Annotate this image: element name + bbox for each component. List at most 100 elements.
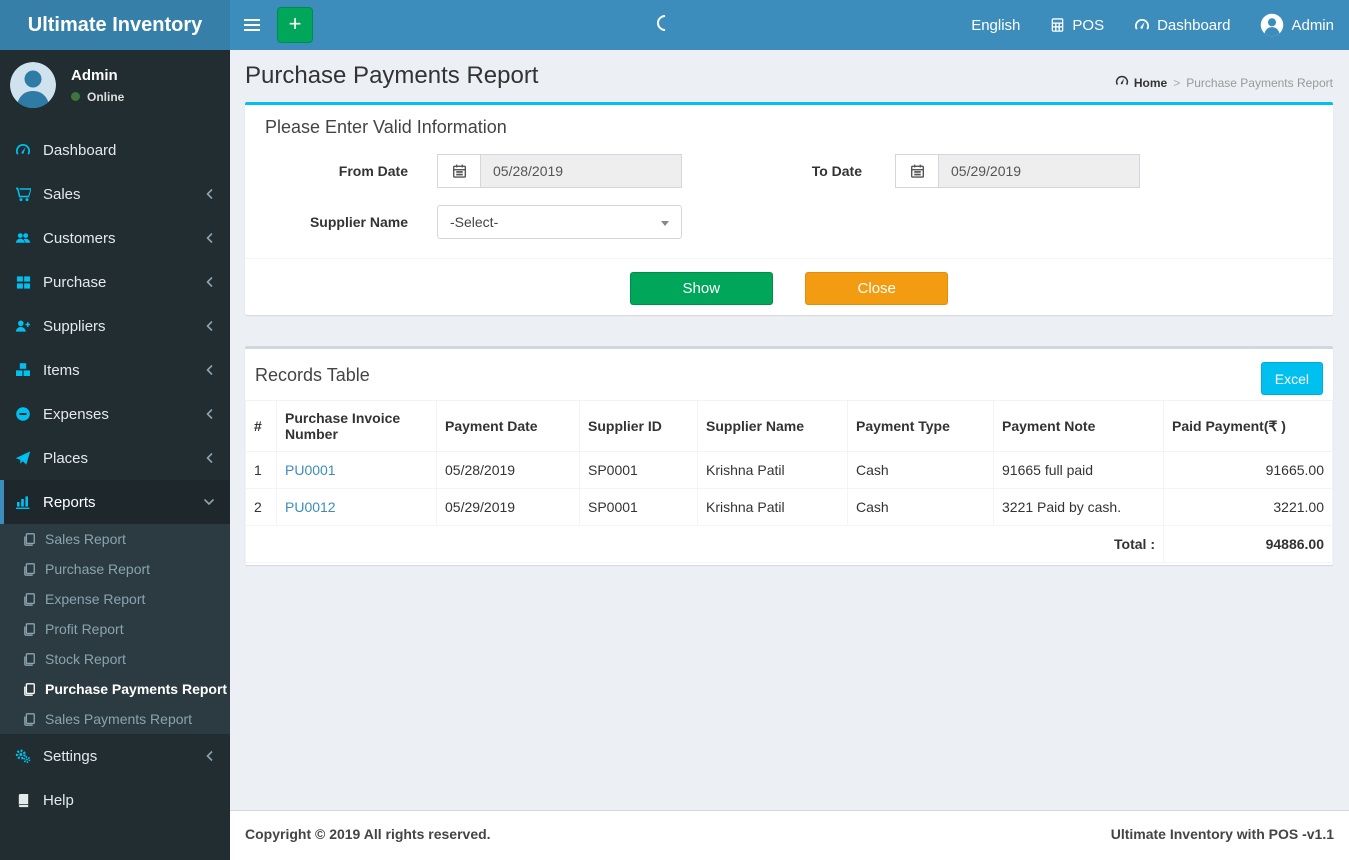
caret-down-icon (661, 221, 669, 226)
sidebar-item-label: Suppliers (43, 317, 106, 335)
filter-panel-footer: Show Close (245, 258, 1333, 315)
to-date-input[interactable] (939, 154, 1140, 188)
content-header: Purchase Payments Report Home > Purchase… (245, 60, 1333, 102)
online-status-icon (71, 92, 80, 101)
sidebar-toggle-button[interactable] (230, 0, 274, 50)
submenu-item-purchase-report[interactable]: Purchase Report (0, 554, 230, 584)
user-label: Admin (1291, 16, 1334, 34)
invoice-link[interactable]: PU0001 (285, 462, 336, 478)
quick-add-button[interactable]: + (277, 7, 313, 43)
records-table: # Purchase Invoice Number Payment Date S… (245, 400, 1333, 563)
sidebar-item-suppliers[interactable]: Suppliers (0, 304, 230, 348)
sidebar-item-sales[interactable]: Sales (0, 172, 230, 216)
breadcrumb-home-label: Home (1133, 75, 1168, 90)
table-header-row: # Purchase Invoice Number Payment Date S… (245, 400, 1333, 452)
chevron-left-icon (205, 408, 215, 420)
user-menu[interactable]: Admin (1245, 0, 1349, 50)
dashboard-link[interactable]: Dashboard (1119, 0, 1245, 50)
language-menu[interactable]: English (956, 0, 1035, 50)
show-button[interactable]: Show (629, 272, 773, 305)
date-row: From Date To Date (245, 154, 1333, 188)
bar-chart-icon (15, 494, 31, 510)
sidebar-item-places[interactable]: Places (0, 436, 230, 480)
chevron-left-icon (205, 276, 215, 288)
sidebar-menu: Dashboard Sales Customers Purchase Suppl… (0, 128, 230, 524)
submenu-item-purchase-payments-report[interactable]: Purchase Payments Report (0, 674, 230, 704)
sidebar-item-dashboard[interactable]: Dashboard (0, 128, 230, 172)
cubes-icon (15, 362, 31, 378)
submenu-item-profit-report[interactable]: Profit Report (0, 614, 230, 644)
breadcrumb-separator: > (1173, 75, 1181, 90)
copy-icon (22, 562, 37, 577)
submenu-item-expense-report[interactable]: Expense Report (0, 584, 230, 614)
sidebar-item-label: Purchase (43, 273, 107, 291)
supplier-select[interactable]: -Select- (437, 205, 682, 239)
records-title: Records Table (255, 365, 370, 385)
from-date-input[interactable] (481, 154, 682, 188)
sidebar-item-reports[interactable]: Reports (0, 480, 230, 524)
submenu-item-label: Sales Payments Report (45, 711, 193, 727)
cell-supplier-id: SP0001 (579, 488, 698, 526)
copy-icon (22, 712, 37, 727)
chevron-left-icon (205, 364, 215, 376)
submenu-item-sales-payments-report[interactable]: Sales Payments Report (0, 704, 230, 734)
topbar: Ultimate Inventory + English POS Dashboa… (0, 0, 1349, 50)
profile-status[interactable]: Online (71, 90, 124, 104)
sidebar-item-help[interactable]: Help (0, 778, 230, 822)
sidebar: Admin Online Dashboard Sales Customers P… (0, 50, 230, 860)
book-icon (15, 793, 31, 808)
supplier-row: Supplier Name -Select- (245, 205, 1333, 239)
paper-plane-icon (15, 450, 31, 466)
cell-supplier-name: Krishna Patil (697, 488, 848, 526)
profile-avatar (10, 62, 56, 108)
pos-link[interactable]: POS (1035, 0, 1119, 50)
cell-sn: 1 (245, 451, 277, 489)
dashboard-icon (1134, 17, 1150, 33)
records-panel: Records Table Excel # Purchase Invoice N… (245, 346, 1333, 565)
records-panel-heading: Records Table Excel (245, 349, 1333, 400)
submenu-item-sales-report[interactable]: Sales Report (0, 524, 230, 554)
sidebar-item-items[interactable]: Items (0, 348, 230, 392)
submenu-item-stock-report[interactable]: Stock Report (0, 644, 230, 674)
brand-logo[interactable]: Ultimate Inventory (0, 0, 230, 50)
online-status-label: Online (87, 89, 125, 104)
breadcrumb-home-link[interactable]: Home (1115, 74, 1167, 91)
profile-info: Admin Online (71, 67, 124, 104)
close-button[interactable]: Close (805, 272, 949, 305)
sidebar-item-label: Places (43, 449, 89, 467)
chevron-left-icon (205, 750, 215, 762)
sidebar-item-settings[interactable]: Settings (0, 734, 230, 778)
chevron-left-icon (205, 232, 215, 244)
sidebar-item-expenses[interactable]: Expenses (0, 392, 230, 436)
filter-panel: Please Enter Valid Information From Date (245, 102, 1333, 315)
sidebar-item-purchase[interactable]: Purchase (0, 260, 230, 304)
page-footer: Copyright © 2019 All rights reserved. Ul… (230, 810, 1349, 860)
user-avatar-icon (1260, 13, 1284, 37)
chevron-left-icon (205, 188, 215, 200)
submenu-item-label: Stock Report (45, 651, 126, 667)
invoice-link[interactable]: PU0012 (285, 499, 336, 515)
chevron-left-icon (205, 452, 215, 464)
navbar-right: English POS Dashboard Admin (956, 0, 1349, 50)
version-text: Ultimate Inventory with POS -v1.1 (1110, 826, 1334, 842)
sidebar-item-customers[interactable]: Customers (0, 216, 230, 260)
col-payment-type: Payment Type (847, 400, 994, 452)
calendar-icon (895, 154, 939, 188)
sidebar-item-label: Dashboard (43, 141, 117, 159)
cell-invoice: PU0001 (276, 451, 437, 489)
cell-supplier-name: Krishna Patil (697, 451, 848, 489)
col-supplier-name: Supplier Name (697, 400, 848, 452)
col-sn: # (245, 400, 277, 452)
reports-submenu: Sales Report Purchase Report Expense Rep… (0, 524, 230, 734)
dashboard-label: Dashboard (1157, 16, 1231, 34)
brand-title: Ultimate Inventory (27, 13, 203, 36)
grid-icon (15, 275, 31, 290)
col-supplier-id: Supplier ID (579, 400, 698, 452)
copy-icon (22, 682, 37, 697)
copyright-text: Copyright © 2019 All rights reserved. (245, 826, 491, 842)
excel-export-button[interactable]: Excel (1260, 362, 1323, 395)
sidebar-item-label: Customers (43, 229, 116, 247)
col-invoice: Purchase Invoice Number (276, 400, 437, 452)
pos-label: POS (1072, 16, 1105, 34)
table-row: 2 PU0012 05/29/2019 SP0001 Krishna Patil… (245, 488, 1333, 526)
